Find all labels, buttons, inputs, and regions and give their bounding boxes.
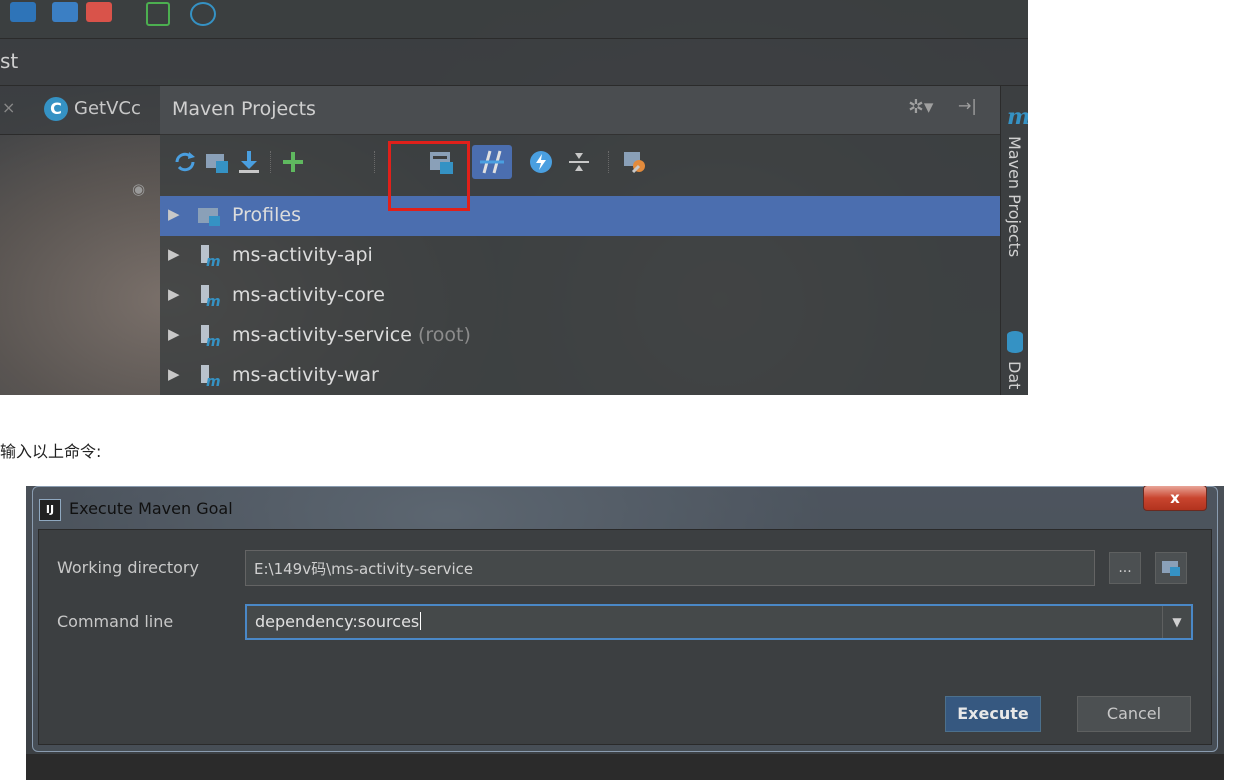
- expand-arrow-icon[interactable]: ▶: [168, 205, 180, 223]
- tree-item[interactable]: ▶ m ms-activity-core: [160, 276, 1000, 316]
- expand-arrow-icon[interactable]: ▶: [168, 365, 180, 383]
- toggle-offline-icon[interactable]: [472, 145, 512, 179]
- toolbar-separator: [374, 151, 376, 173]
- editor-code-strip: [26, 754, 1224, 780]
- tree-item[interactable]: ▶ Profiles: [160, 196, 1000, 236]
- tree-item-label: ms-activity-api: [232, 244, 373, 266]
- tree-item-label: ms-activity-service (root): [232, 324, 471, 346]
- class-icon: C: [44, 97, 68, 121]
- execute-maven-goal-dialog: IJ Execute Maven Goal x Working director…: [32, 486, 1218, 752]
- breadcrumb-item[interactable]: st: [0, 49, 18, 73]
- intellij-icon: IJ: [39, 499, 61, 521]
- execute-button[interactable]: Execute: [945, 696, 1041, 732]
- download-icon[interactable]: [236, 149, 262, 175]
- database-side-tab[interactable]: Dat: [1005, 361, 1024, 389]
- tree-item-label: ms-activity-core: [232, 284, 385, 306]
- tree-item[interactable]: ▶ m ms-activity-service (root): [160, 316, 1000, 356]
- browse-button[interactable]: ...: [1109, 552, 1141, 584]
- editor-tab-label: GetVCc: [74, 98, 141, 119]
- close-button[interactable]: x: [1143, 486, 1207, 511]
- svg-text:m: m: [206, 254, 221, 267]
- maven-projects-side-tab[interactable]: Maven Projects: [1005, 136, 1024, 257]
- expand-arrow-icon[interactable]: ▶: [168, 245, 180, 263]
- expand-arrow-icon[interactable]: ▶: [168, 285, 180, 303]
- tree-item-label: Profiles: [232, 204, 301, 226]
- maven-module-icon: m: [201, 285, 221, 307]
- expand-arrow-icon[interactable]: ▶: [168, 325, 180, 343]
- toolbar-button-icon[interactable]: [190, 2, 216, 26]
- select-module-button[interactable]: [1155, 552, 1187, 584]
- tree-item-name: ms-activity-service: [232, 324, 412, 346]
- skip-tests-icon[interactable]: [528, 149, 554, 175]
- toolbar-button-icon[interactable]: [10, 2, 36, 22]
- folder-icon: [198, 208, 220, 226]
- toolbar-separator: [270, 151, 272, 173]
- dialog-title: Execute Maven Goal: [69, 499, 233, 518]
- maven-toolbar: [160, 135, 1000, 191]
- maven-projects-screenshot: st × C GetVCc ◉ Maven Projects ✲▾ →| ▶ P…: [0, 0, 1028, 395]
- breadcrumb: st: [0, 39, 1028, 86]
- gear-icon[interactable]: ✲▾: [908, 96, 933, 118]
- maven-module-icon: m: [201, 245, 221, 267]
- execute-maven-goal-screenshot: IJ Execute Maven Goal x Working director…: [26, 486, 1224, 780]
- toolbar-separator: [608, 151, 610, 173]
- dialog-body: Working directory E:\149v码\ms-activity-s…: [38, 529, 1212, 745]
- instruction-text: 输入以上命令:: [0, 442, 102, 461]
- maven-projects-panel: Maven Projects ✲▾ →| ▶ Profiles ▶ m ms-a…: [160, 86, 1000, 395]
- database-icon: [1007, 331, 1023, 353]
- editor-tab[interactable]: × C GetVCc: [0, 86, 160, 135]
- command-line-label: Command line: [57, 612, 174, 631]
- close-icon[interactable]: ×: [2, 98, 15, 117]
- tree-item[interactable]: ▶ m ms-activity-war: [160, 356, 1000, 395]
- hide-panel-icon[interactable]: →|: [958, 96, 977, 115]
- maven-panel-header: Maven Projects ✲▾ →|: [160, 86, 1000, 135]
- highlight-annotation: [388, 141, 470, 211]
- maven-module-icon: m: [201, 365, 221, 387]
- eye-icon[interactable]: ◉: [132, 180, 145, 198]
- generate-sources-icon[interactable]: [204, 149, 230, 175]
- ide-top-toolbar: [0, 0, 1028, 39]
- working-directory-field[interactable]: E:\149v码\ms-activity-service: [245, 550, 1095, 586]
- folder-icon: [1162, 561, 1180, 576]
- collapse-all-icon[interactable]: [566, 149, 592, 175]
- right-tool-strip: m Maven Projects Dat: [1000, 86, 1028, 395]
- reimport-icon[interactable]: [172, 149, 198, 175]
- maven-logo-icon: m: [1007, 104, 1028, 130]
- tree-item[interactable]: ▶ m ms-activity-api: [160, 236, 1000, 276]
- toolbar-button-icon[interactable]: [52, 2, 78, 22]
- tree-item-label: ms-activity-war: [232, 364, 379, 386]
- add-icon[interactable]: [280, 149, 306, 175]
- svg-text:m: m: [206, 334, 221, 347]
- panel-title: Maven Projects: [172, 98, 316, 120]
- svg-text:m: m: [206, 374, 221, 387]
- toolbar-button-icon[interactable]: [146, 2, 170, 26]
- chevron-down-icon[interactable]: ▼: [1162, 606, 1191, 638]
- command-line-input[interactable]: dependency:sources ▼: [245, 604, 1193, 640]
- toolbar-button-icon[interactable]: [86, 2, 112, 22]
- command-line-value: dependency:sources: [255, 612, 420, 631]
- cancel-button[interactable]: Cancel: [1077, 696, 1191, 732]
- working-directory-label: Working directory: [57, 558, 199, 577]
- text-cursor: [420, 612, 422, 630]
- svg-text:m: m: [206, 294, 221, 307]
- settings-icon[interactable]: [622, 149, 648, 175]
- root-suffix: (root): [417, 324, 471, 346]
- maven-module-icon: m: [201, 325, 221, 347]
